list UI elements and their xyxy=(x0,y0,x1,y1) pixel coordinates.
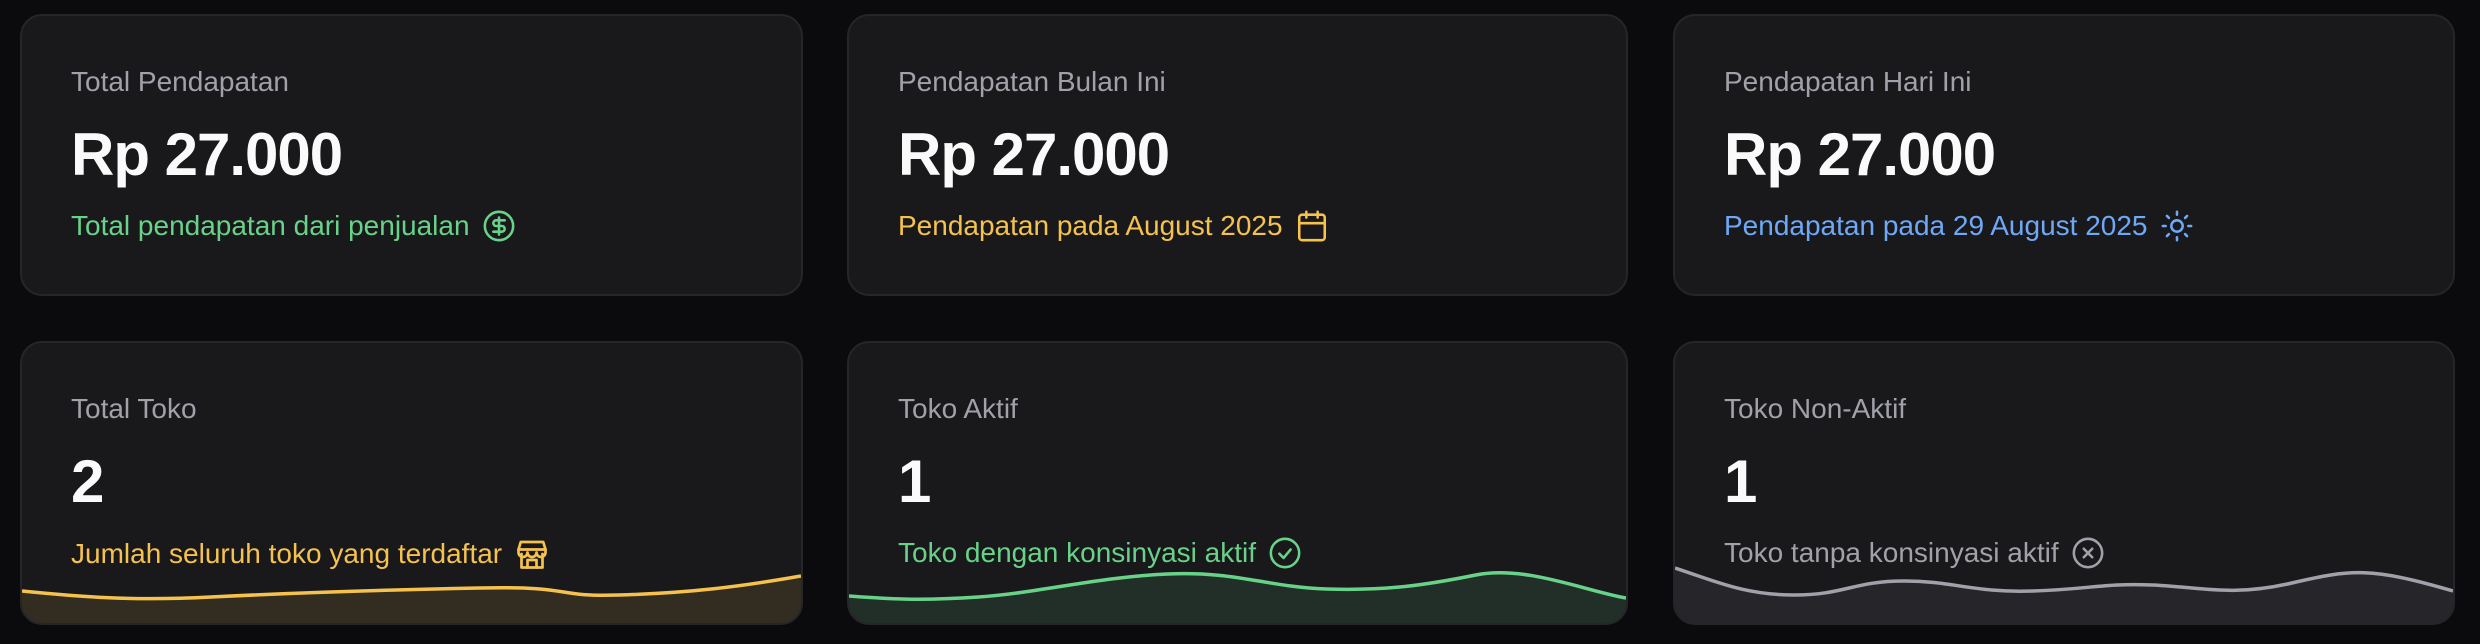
monthly-revenue-card: Pendapatan Bulan Ini Rp 27.000 Pendapata… xyxy=(847,14,1628,296)
card-subtitle-row: Total pendapatan dari penjualan xyxy=(71,209,516,243)
card-title: Toko Aktif xyxy=(898,393,1018,424)
total-revenue-card: Total Pendapatan Rp 27.000 Total pendapa… xyxy=(20,14,803,296)
dollar-circle-icon xyxy=(482,209,516,243)
card-title: Pendapatan Hari Ini xyxy=(1724,66,1972,97)
inactive-stores-card: Toko Non-Aktif 1 Toko tanpa konsinyasi a… xyxy=(1673,341,2455,625)
calendar-icon xyxy=(1295,209,1329,243)
sun-icon xyxy=(2160,209,2194,243)
card-title: Pendapatan Bulan Ini xyxy=(898,66,1166,97)
daily-revenue-card: Pendapatan Hari Ini Rp 27.000 Pendapatan… xyxy=(1673,14,2455,296)
card-subtitle: Pendapatan pada 29 August 2025 xyxy=(1724,210,2148,241)
card-value: 1 xyxy=(1724,448,1757,515)
active-stores-card: Toko Aktif 1 Toko dengan konsinyasi akti… xyxy=(847,341,1628,625)
card-subtitle-row: Pendapatan pada August 2025 xyxy=(898,209,1329,243)
card-subtitle: Pendapatan pada August 2025 xyxy=(898,210,1283,241)
card-title: Toko Non-Aktif xyxy=(1724,393,1907,424)
card-value: 1 xyxy=(898,448,931,515)
stores-sparkline xyxy=(22,574,801,623)
card-title: Total Pendapatan xyxy=(71,66,289,97)
inactive-stores-sparkline xyxy=(1675,566,2453,623)
total-stores-card: Total Toko 2 Jumlah seluruh toko yang te… xyxy=(20,341,803,625)
card-value: 2 xyxy=(71,448,104,515)
active-stores-sparkline xyxy=(849,570,1626,623)
card-value: Rp 27.000 xyxy=(1724,121,1996,188)
card-value: Rp 27.000 xyxy=(898,121,1170,188)
card-title: Total Toko xyxy=(71,393,197,424)
card-subtitle: Total pendapatan dari penjualan xyxy=(71,210,470,241)
card-value: Rp 27.000 xyxy=(71,121,343,188)
card-subtitle-row: Pendapatan pada 29 August 2025 xyxy=(1724,209,2194,243)
